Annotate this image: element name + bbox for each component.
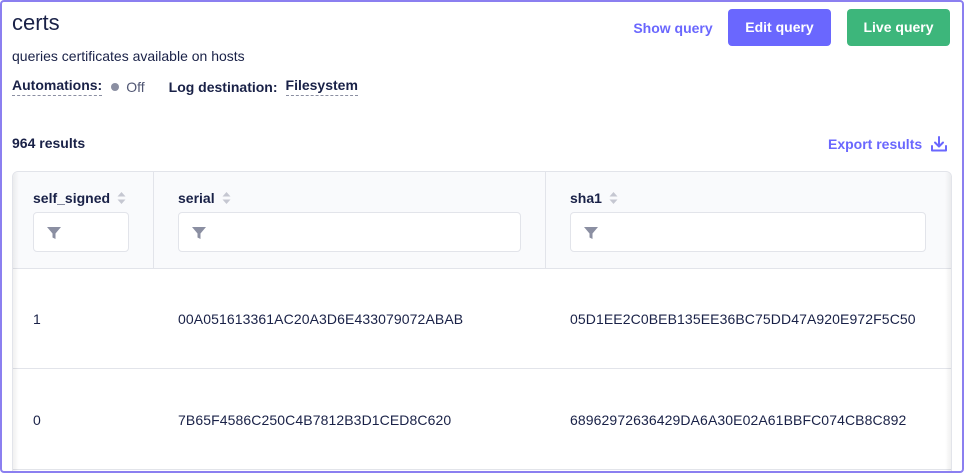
cell-sha1: 05D1EE2C0BEB135EE36BC75DD47A920E972F5C50 <box>570 311 916 327</box>
column-sort-sha1[interactable]: sha1 <box>570 190 618 206</box>
scroll-shadow-right <box>945 172 951 471</box>
column-sort-serial[interactable]: serial <box>178 190 231 206</box>
automations-status: Off <box>126 78 145 95</box>
filter-input-sha1[interactable] <box>570 212 926 252</box>
live-query-button[interactable]: Live query <box>847 9 950 46</box>
sort-arrows-icon <box>117 192 126 204</box>
filter-funnel-icon <box>192 227 206 239</box>
automations-label[interactable]: Automations: <box>12 77 103 96</box>
column-header-self-signed: self_signed <box>13 172 154 269</box>
filter-input-self-signed[interactable] <box>33 212 129 252</box>
query-details-panel: certs queries certificates available on … <box>0 0 964 473</box>
edit-query-button[interactable]: Edit query <box>728 9 831 46</box>
column-header-serial: serial <box>154 172 546 269</box>
export-results-button[interactable]: Export results <box>828 133 948 155</box>
table-row: 1 00A051613361AC20A3D6E433079072ABAB 05D… <box>13 269 951 369</box>
table-row: 0 7B65F4586C250C4B7812B3D1CED8C620 68962… <box>13 370 951 470</box>
cell-sha1: 68962972636429DA6A30E02A61BBFC074CB8C892 <box>570 412 907 428</box>
column-header-sha1: sha1 <box>546 172 951 269</box>
cell-serial: 7B65F4586C250C4B7812B3D1CED8C620 <box>178 412 452 428</box>
sort-arrows-icon <box>222 192 231 204</box>
download-icon <box>931 136 948 152</box>
query-description: queries certificates available on hosts <box>12 48 245 64</box>
cell-serial: 00A051613361AC20A3D6E433079072ABAB <box>178 311 464 327</box>
results-count: 964 results <box>12 135 86 151</box>
log-destination-value[interactable]: Filesystem <box>285 77 358 96</box>
query-title: certs <box>12 10 60 35</box>
column-sort-self-signed[interactable]: self_signed <box>33 190 126 206</box>
filter-funnel-icon <box>47 227 61 239</box>
sort-arrows-icon <box>609 192 618 204</box>
cell-self-signed: 0 <box>33 412 41 428</box>
filter-input-serial[interactable] <box>178 212 521 252</box>
query-meta-row: Automations: Off Log destination: Filesy… <box>12 77 358 96</box>
status-dot-icon <box>111 82 120 91</box>
column-label: sha1 <box>570 190 602 206</box>
log-destination-label: Log destination: <box>168 78 278 95</box>
table-header: self_signed serial sha1 <box>13 172 951 269</box>
column-label: serial <box>178 190 215 206</box>
cell-self-signed: 1 <box>33 311 41 327</box>
column-label: self_signed <box>33 190 111 206</box>
filter-funnel-icon <box>584 227 598 239</box>
export-results-label: Export results <box>828 136 923 152</box>
show-query-button[interactable]: Show query <box>628 18 718 38</box>
scroll-shadow-left <box>13 172 19 471</box>
results-table: self_signed serial sha1 1 00A051613361AC… <box>12 171 952 471</box>
